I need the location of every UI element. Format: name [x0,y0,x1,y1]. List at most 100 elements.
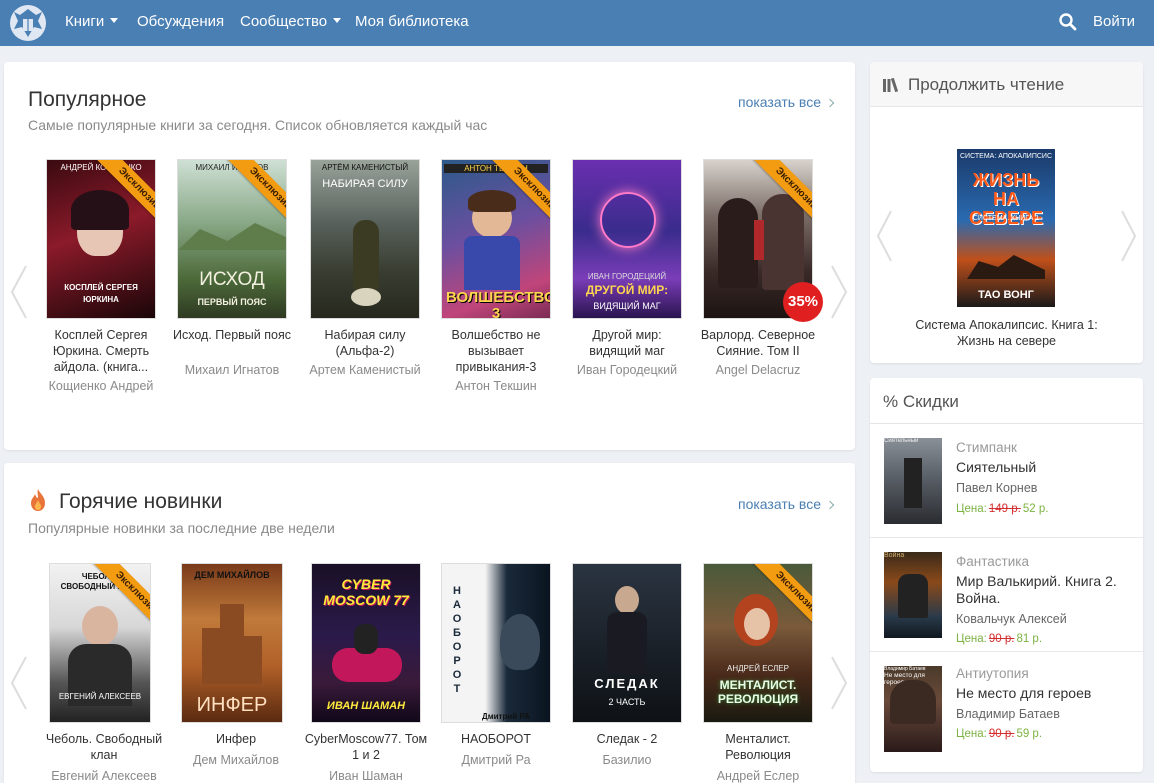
cover-book-number: Система. Книга 1 [972,215,1040,222]
discount-book-cover[interactable]: Владимир Батаев Не место для героев [884,666,942,752]
discount-author[interactable]: Владимир Батаев [956,707,1060,722]
nav-discussions[interactable]: Обсуждения [137,13,224,31]
book-author[interactable]: Иван Шаман [304,768,428,783]
cover-face [744,608,770,640]
book-author[interactable]: Иван Городецкий [565,362,689,378]
book-author[interactable]: Михаил Игнатов [170,362,294,378]
cover-title: Менталист. Революция [717,678,799,706]
book-cover[interactable]: Иван Городецкий Другой мир: видящий маг [572,159,682,319]
book-title[interactable]: НАОБОРОТ [434,731,558,747]
discount-price: Цена: 90 р. 81 р. [956,632,1042,646]
carousel-prev-arrow[interactable] [8,262,30,322]
carousel-next-arrow[interactable] [828,653,850,713]
book-author[interactable]: Евгений Алексеев [42,768,166,783]
book-cover[interactable]: Чеболь. Свободный клан Евгений Алексеев … [49,563,151,723]
cover-rider [354,624,378,654]
cover-title: НАОБОРОТ [452,585,462,695]
search-icon[interactable] [1058,12,1078,32]
book-title[interactable]: Другой мир: видящий маг [565,327,689,359]
book-cover[interactable]: СЛЕДАК 2 часть [572,563,682,723]
discount-price: Цена: 149 р. 52 р. [956,502,1048,516]
book-cover[interactable]: Артём Каменистый Набирая силу [310,159,420,319]
nav-my-library[interactable]: Моя библиотека [355,13,469,31]
login-link[interactable]: Войти [1093,13,1135,31]
book-title[interactable]: Исход. Первый пояс [170,327,294,343]
cover-face [615,586,639,614]
cover-figure [904,458,922,508]
book-author[interactable]: Андрей Еслер [696,768,820,783]
site-logo-icon[interactable] [8,3,48,43]
book-title[interactable]: Набирая силу (Альфа-2) [303,327,427,359]
book-author[interactable]: Антон Текшин [434,378,558,394]
discount-book-cover[interactable]: Война [884,552,942,638]
book-title[interactable]: Менталист. Революция [696,731,820,763]
cover-title: Другой мир: [585,283,669,297]
continue-book-cover[interactable]: Система: Апокалипсис Жизнь на севере Сис… [957,149,1055,307]
discount-title[interactable]: Мир Валькирий. Книга 2. Война. [956,573,1136,607]
book-author[interactable]: Angel Delacruz [696,362,820,378]
hot-new-section: Горячие новинки Популярные новинки за по… [4,463,855,783]
book-cover[interactable]: НАОБОРОТ Дмитрий РА [441,563,551,723]
discounts-title: % Скидки [883,392,959,411]
book-author[interactable]: Артем Каменистый [303,362,427,378]
discount-genre: Стимпанк [956,440,1017,455]
continue-reading-section: Продолжить чтение Система: Апокалипсис Ж… [870,62,1143,363]
carousel-next-arrow[interactable] [828,262,850,322]
cover-motorbike [967,255,1045,279]
book-cover[interactable]: Cyber Moscow 77 Иван Шаман [311,563,421,723]
carousel-prev-arrow[interactable] [874,207,894,265]
discount-title[interactable]: Сиятельный [956,459,1136,476]
cover-title: Cyber Moscow 77 [323,576,409,608]
book-author[interactable]: Базилио [565,752,689,768]
book-title[interactable]: Следак - 2 [565,731,689,747]
cover-author: Дмитрий РА [482,712,530,721]
discount-genre: Фантастика [956,554,1029,569]
hot-new-subtitle: Популярные новинки за последние две неде… [28,520,335,536]
book-author[interactable]: Дем Михайлов [174,752,298,768]
popular-section: Популярное Самые популярные книги за сег… [4,62,855,450]
continue-book-title[interactable]: Система Апокалипсис. Книга 1: Жизнь на с… [900,317,1113,349]
discounts-section: % Скидки Сиятельный Стимпанк Сиятельный … [870,378,1143,772]
book-author[interactable]: Дмитрий Ра [434,752,558,768]
nav-books[interactable]: Книги [65,13,119,31]
cover-author: Артём Каменистый [321,163,409,172]
cover-author: Антон Текшин [444,164,548,173]
book-cover[interactable]: Андрей Еслер Менталист. Революция Эксклю… [703,563,813,723]
discount-author[interactable]: Павел Корнев [956,481,1037,496]
discount-item: Война Фантастика Мир Валькирий. Книга 2.… [870,538,1143,652]
cover-blood [754,220,764,260]
discount-author[interactable]: Ковальчук Алексей [956,612,1067,627]
cover-subtitle: Первый пояс [197,297,267,307]
cover-title: Исход [199,269,265,290]
cover-author: Евгений Алексеев [58,692,142,701]
book-title[interactable]: Косплей Сергея Юркина. Смерть айдола. (к… [39,327,163,375]
new-price: 52 р. [1022,503,1049,515]
book-title[interactable]: Волшебство не вызывает привыкания-3 [434,327,558,375]
discount-title[interactable]: Не место для героев [956,685,1136,702]
cover-title: Набирая силу [322,178,408,190]
popular-show-all-link[interactable]: показать все [738,93,835,111]
book-cover[interactable]: Антон Текшин Волшебство 3 Эксклюзив [441,159,551,319]
cover-author: Тао Вонг [978,289,1034,301]
cover-author: Дем Михайлов [194,570,270,580]
discount-book-cover[interactable]: Сиятельный [884,438,942,524]
popular-title: Популярное [28,88,147,111]
chevron-right-icon [825,500,835,510]
carousel-next-arrow[interactable] [1119,207,1139,265]
cover-hair [71,190,129,230]
book-cover[interactable]: Дем Михайлов Инфер [181,563,283,723]
cover-hills [178,223,286,250]
cover-body [464,236,520,290]
continue-reading-title: Продолжить чтение [908,75,1065,94]
book-title[interactable]: Варлорд. Северное Сияние. Том II [696,327,820,359]
nav-community[interactable]: Сообщество [240,13,342,31]
book-title[interactable]: Инфер [174,731,298,747]
book-cover[interactable]: Михаил Игнатов Исход Первый пояс Эксклюз… [177,159,287,319]
hot-new-show-all-link[interactable]: показать все [738,495,835,513]
book-author[interactable]: Кощиенко Андрей [39,378,163,394]
book-title[interactable]: Чеболь. Свободный клан [42,731,166,763]
carousel-prev-arrow[interactable] [8,653,30,713]
book-title[interactable]: CyberMoscow77. Том 1 и 2 [304,731,428,763]
book-cover[interactable]: Андрей Кощиенко Косплей Сергея Юркина Эк… [46,159,156,319]
cover-figure-left [718,198,758,288]
